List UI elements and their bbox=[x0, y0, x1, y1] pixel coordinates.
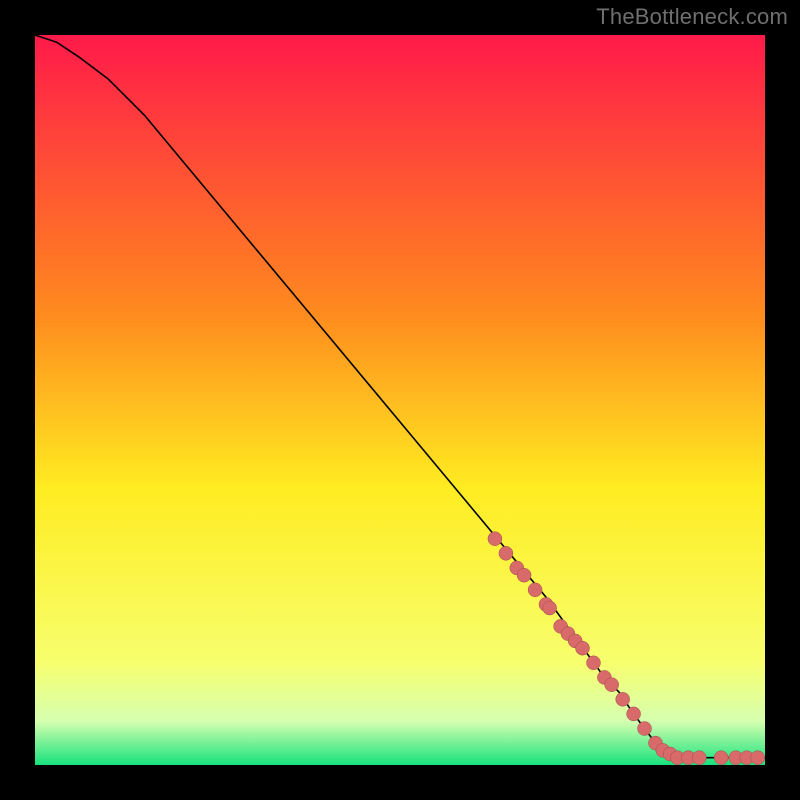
highlight-dot bbox=[751, 751, 765, 765]
highlight-dot bbox=[488, 532, 502, 546]
highlight-dot bbox=[499, 546, 513, 560]
highlight-dot bbox=[627, 707, 641, 721]
highlight-dot bbox=[587, 656, 601, 670]
highlight-dot bbox=[543, 601, 557, 615]
highlight-dot bbox=[638, 722, 652, 736]
highlight-dot bbox=[616, 692, 630, 706]
highlight-dot bbox=[605, 678, 619, 692]
highlight-dot bbox=[517, 568, 531, 582]
chart-svg bbox=[35, 35, 765, 765]
highlight-dot bbox=[576, 641, 590, 655]
chart-plot-area bbox=[35, 35, 765, 765]
watermark-text: TheBottleneck.com bbox=[596, 4, 788, 30]
chart-frame: TheBottleneck.com bbox=[0, 0, 800, 800]
highlight-dot bbox=[692, 751, 706, 765]
highlight-dot bbox=[528, 583, 542, 597]
chart-background-gradient bbox=[35, 35, 765, 765]
highlight-dot bbox=[714, 751, 728, 765]
